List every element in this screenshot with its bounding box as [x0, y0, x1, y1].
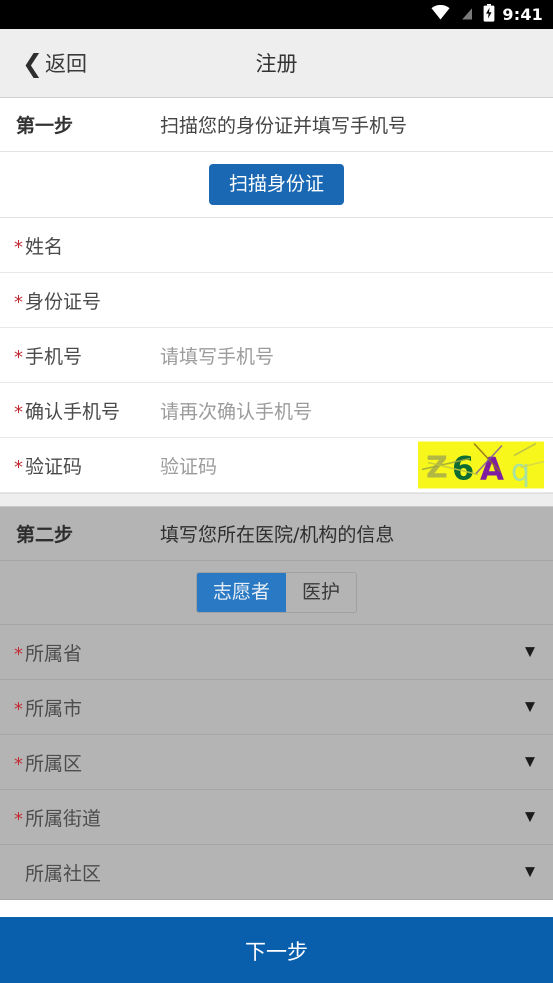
next-step-button[interactable]: 下一步: [0, 917, 553, 983]
chevron-down-icon[interactable]: ▼: [525, 756, 535, 769]
battery-charging-icon: [483, 3, 495, 26]
field-row-district[interactable]: * 所属区 ▼: [0, 735, 553, 790]
status-icons: [431, 3, 495, 26]
step-two-header: 第二步 填写您所在医院/机构的信息: [0, 507, 553, 561]
required-asterisk: *: [14, 643, 23, 665]
field-input-phone[interactable]: 请填写手机号: [160, 342, 553, 369]
chevron-down-icon[interactable]: ▼: [525, 866, 535, 879]
app-screen: 9:41 ❮ 返回 注册 第一步 扫描您的身份证并填写手机号 扫描身份证 * 姓名: [0, 0, 553, 983]
step-two-section: 第二步 填写您所在医院/机构的信息 志愿者 医护 * 所属省 ▼ * 所属市 ▼…: [0, 507, 553, 900]
status-bar: 9:41: [0, 0, 553, 29]
step-two-description: 填写您所在医院/机构的信息: [160, 524, 395, 546]
field-row-confirm-phone[interactable]: * 确认手机号 请再次确认手机号: [0, 383, 553, 438]
required-asterisk: *: [14, 291, 23, 313]
field-label-confirm-phone: * 确认手机号: [14, 400, 121, 423]
field-label-province: * 所属省: [14, 642, 83, 665]
required-asterisk: *: [14, 346, 23, 368]
field-row-community[interactable]: *所属社区 ▼: [0, 845, 553, 900]
field-row-city[interactable]: * 所属市 ▼: [0, 680, 553, 735]
field-label-phone: * 手机号: [14, 345, 83, 368]
field-label-captcha: * 验证码: [14, 455, 83, 478]
chevron-down-icon[interactable]: ▼: [525, 701, 535, 714]
role-option-medical[interactable]: 医护: [286, 572, 357, 613]
field-row-province[interactable]: * 所属省 ▼: [0, 625, 553, 680]
signal-off-icon: [459, 5, 474, 25]
required-asterisk: *: [14, 456, 23, 478]
required-asterisk: *: [14, 808, 23, 830]
field-label-street: * 所属街道: [14, 807, 102, 830]
step-two-label: 第二步: [16, 524, 74, 546]
status-time: 9:41: [502, 4, 543, 24]
field-row-captcha[interactable]: * 验证码 验证码 Z 6 A q: [0, 438, 553, 493]
required-asterisk: *: [14, 753, 23, 775]
role-option-volunteer[interactable]: 志愿者: [196, 572, 286, 613]
field-label-name: * 姓名: [14, 235, 64, 258]
required-asterisk: *: [14, 401, 23, 423]
field-row-name[interactable]: * 姓名: [0, 218, 553, 273]
wifi-icon: [431, 4, 450, 24]
svg-text:q: q: [511, 454, 530, 489]
required-asterisk: *: [14, 698, 23, 720]
page-title: 注册: [255, 52, 298, 76]
step-one-section: 第一步 扫描您的身份证并填写手机号 扫描身份证 * 姓名 * 身份证号 * 手机…: [0, 98, 553, 493]
scan-id-row: 扫描身份证: [0, 152, 553, 218]
field-label-district: * 所属区: [14, 752, 83, 775]
step-one-header: 第一步 扫描您的身份证并填写手机号: [0, 98, 553, 152]
step-one-description: 扫描您的身份证并填写手机号: [160, 115, 408, 137]
field-label-community: *所属社区: [25, 862, 102, 885]
captcha-image[interactable]: Z 6 A q: [418, 441, 545, 489]
field-row-street[interactable]: * 所属街道 ▼: [0, 790, 553, 845]
field-row-id-number[interactable]: * 身份证号: [0, 273, 553, 328]
role-segmented-control: 志愿者 医护: [195, 571, 358, 614]
role-selector-row: 志愿者 医护: [0, 561, 553, 625]
navigation-bar: ❮ 返回 注册: [0, 29, 553, 98]
scan-id-button[interactable]: 扫描身份证: [208, 163, 344, 206]
required-asterisk: *: [14, 236, 23, 258]
step-one-label: 第一步: [16, 115, 74, 137]
form-scroll-area: 第一步 扫描您的身份证并填写手机号 扫描身份证 * 姓名 * 身份证号 * 手机…: [0, 98, 553, 917]
section-divider: [0, 493, 553, 507]
field-label-id-number: * 身份证号: [14, 290, 102, 313]
chevron-down-icon[interactable]: ▼: [525, 811, 535, 824]
field-label-city: * 所属市: [14, 697, 83, 720]
field-row-phone[interactable]: * 手机号 请填写手机号: [0, 328, 553, 383]
chevron-down-icon[interactable]: ▼: [525, 646, 535, 659]
field-input-confirm-phone[interactable]: 请再次确认手机号: [160, 397, 553, 424]
